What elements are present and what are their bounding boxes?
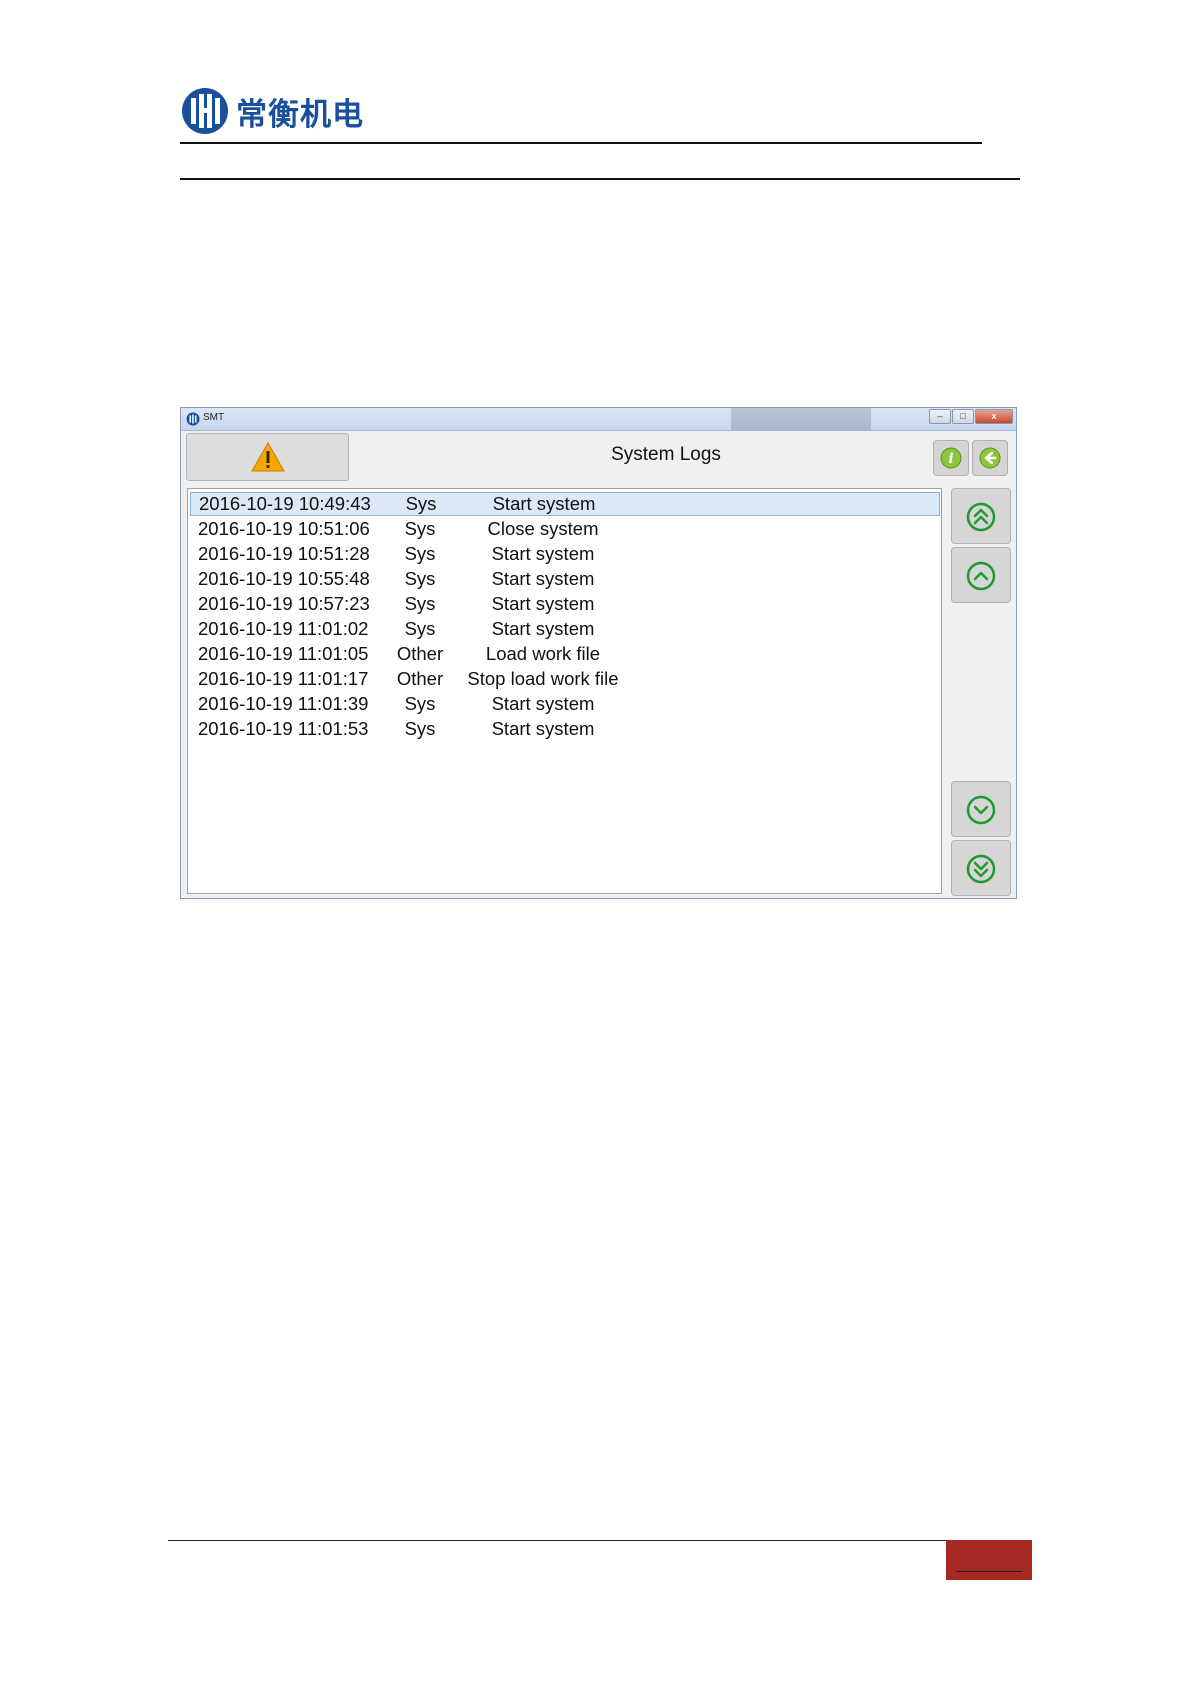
window-titlebar[interactable]: SMT – □ x bbox=[181, 408, 1016, 431]
log-row[interactable]: 2016-10-19 10:55:48 Sys Start system bbox=[190, 567, 940, 591]
log-message: Stop load work file bbox=[467, 668, 619, 689]
log-row[interactable]: 2016-10-19 11:01:39 Sys Start system bbox=[190, 692, 940, 716]
log-time: 2016-10-19 11:01:05 bbox=[198, 643, 369, 664]
log-list[interactable]: 2016-10-19 10:49:43 Sys Start system 201… bbox=[187, 488, 942, 894]
log-row[interactable]: 2016-10-19 10:51:06 Sys Close system bbox=[190, 517, 940, 541]
minimize-button[interactable]: – bbox=[929, 409, 951, 424]
log-message: Start system bbox=[491, 618, 595, 639]
log-time: 2016-10-19 11:01:17 bbox=[198, 668, 369, 689]
window-title: SMT bbox=[203, 412, 225, 423]
header-rule-bottom bbox=[180, 178, 1020, 180]
page-number-badge bbox=[946, 1540, 1032, 1580]
log-row[interactable]: 2016-10-19 11:01:17 Other Stop load work… bbox=[190, 667, 940, 691]
smt-window: SMT – □ x System Logs i 2016-10-19 10:49… bbox=[180, 407, 1017, 899]
log-type: Other bbox=[396, 668, 444, 689]
log-type: Other bbox=[396, 643, 444, 664]
log-time: 2016-10-19 10:49:43 bbox=[199, 493, 371, 514]
company-logo-icon bbox=[182, 88, 228, 134]
line-down-button[interactable] bbox=[951, 781, 1011, 837]
line-up-button[interactable] bbox=[951, 547, 1011, 603]
page-down-button[interactable] bbox=[951, 840, 1011, 896]
log-type: Sys bbox=[404, 693, 436, 714]
header-rule-top bbox=[180, 142, 982, 144]
log-message: Start system bbox=[492, 493, 596, 514]
log-message: Start system bbox=[491, 543, 595, 564]
log-message: Start system bbox=[491, 718, 595, 739]
log-time: 2016-10-19 11:01:02 bbox=[198, 618, 369, 639]
warning-triangle-icon bbox=[251, 442, 285, 472]
info-button[interactable]: i bbox=[933, 440, 969, 476]
log-type: Sys bbox=[404, 593, 436, 614]
chevron-up-icon bbox=[966, 561, 996, 591]
app-icon bbox=[186, 412, 200, 426]
alarm-button[interactable] bbox=[186, 433, 349, 481]
log-type: Sys bbox=[404, 568, 436, 589]
close-button[interactable]: x bbox=[975, 409, 1013, 424]
log-type: Sys bbox=[404, 518, 436, 539]
svg-text:i: i bbox=[948, 451, 953, 467]
log-time: 2016-10-19 11:01:39 bbox=[198, 693, 369, 714]
maximize-button[interactable]: □ bbox=[952, 409, 974, 424]
double-chevron-up-icon bbox=[966, 502, 996, 532]
log-type: Sys bbox=[404, 618, 436, 639]
info-icon: i bbox=[940, 447, 962, 469]
log-message: Start system bbox=[491, 593, 595, 614]
log-row[interactable]: 2016-10-19 11:01:53 Sys Start system bbox=[190, 717, 940, 741]
log-time: 2016-10-19 10:51:28 bbox=[198, 543, 370, 564]
log-row[interactable]: 2016-10-19 11:01:02 Sys Start system bbox=[190, 617, 940, 641]
double-chevron-down-icon bbox=[966, 854, 996, 884]
back-arrow-icon bbox=[979, 447, 1001, 469]
log-time: 2016-10-19 11:01:53 bbox=[198, 718, 369, 739]
log-row[interactable]: 2016-10-19 10:57:23 Sys Start system bbox=[190, 592, 940, 616]
log-time: 2016-10-19 10:55:48 bbox=[198, 568, 370, 589]
log-type: Sys bbox=[404, 718, 436, 739]
log-type: Sys bbox=[404, 543, 436, 564]
page-title: System Logs bbox=[611, 444, 721, 465]
log-row[interactable]: 2016-10-19 10:51:28 Sys Start system bbox=[190, 542, 940, 566]
log-message: Load work file bbox=[485, 643, 601, 664]
company-logo: 常衡机电 bbox=[180, 86, 364, 136]
page-up-button[interactable] bbox=[951, 488, 1011, 544]
log-message: Close system bbox=[487, 518, 599, 539]
log-message: Start system bbox=[491, 568, 595, 589]
log-message: Start system bbox=[491, 693, 595, 714]
log-type: Sys bbox=[405, 493, 437, 514]
company-name: 常衡机电 bbox=[236, 96, 364, 133]
log-row[interactable]: 2016-10-19 11:01:05 Other Load work file bbox=[190, 642, 940, 666]
log-time: 2016-10-19 10:51:06 bbox=[198, 518, 370, 539]
back-button[interactable] bbox=[972, 440, 1008, 476]
footer-rule bbox=[168, 1540, 946, 1541]
chevron-down-icon bbox=[966, 795, 996, 825]
log-row[interactable]: 2016-10-19 10:49:43 Sys Start system bbox=[190, 492, 940, 516]
log-time: 2016-10-19 10:57:23 bbox=[198, 593, 370, 614]
